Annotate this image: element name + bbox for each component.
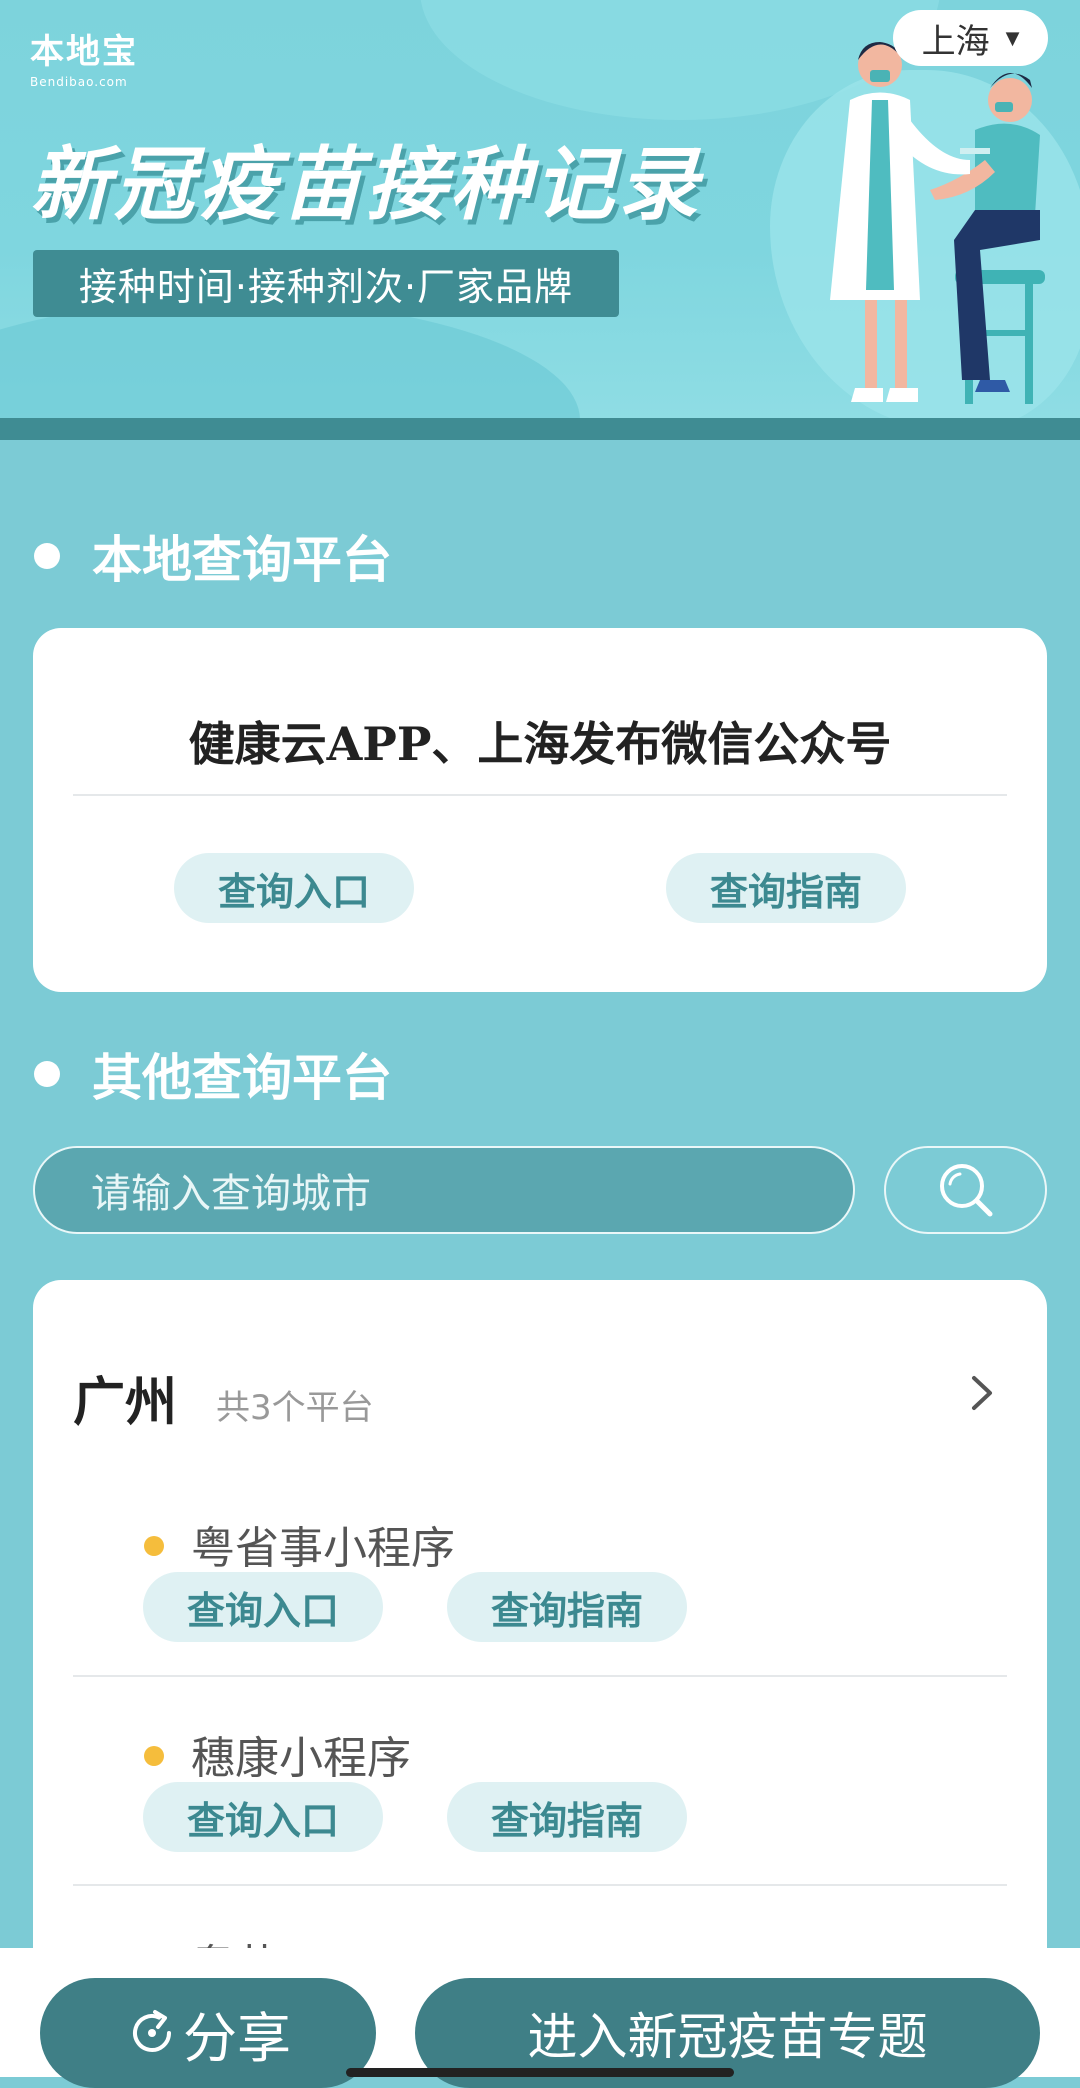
platform-entry-button[interactable]: 查询入口: [143, 1782, 383, 1852]
city-platforms-card: 广州 共3个平台 粤省事小程序 查询入口 查询指南 穗康小程序 查询入口 查询指…: [33, 1280, 1047, 2040]
other-section-title: 其他查询平台: [34, 1038, 392, 1110]
city-search-input[interactable]: 请输入查询城市: [33, 1146, 855, 1234]
search-icon: [939, 1164, 992, 1217]
local-platform-card: 健康云APP、上海发布微信公众号 查询入口 查询指南: [33, 628, 1047, 992]
city-name[interactable]: 广州: [73, 1360, 177, 1435]
chevron-right-icon[interactable]: [957, 1368, 1007, 1418]
divider: [73, 1675, 1007, 1677]
banner-divider: [0, 418, 1080, 440]
search-placeholder: 请输入查询城市: [91, 1171, 371, 1217]
local-entry-button[interactable]: 查询入口: [174, 853, 414, 923]
page-subtitle: 接种时间·接种剂次·厂家品牌: [33, 250, 619, 317]
caret-down-icon: ▼: [1005, 27, 1020, 49]
platform-guide-button[interactable]: 查询指南: [447, 1572, 687, 1642]
divider: [73, 1884, 1007, 1886]
vaccination-illustration: [830, 42, 1045, 404]
bullet-dot: [34, 543, 60, 569]
city-selector[interactable]: 上海 ▼: [893, 10, 1048, 66]
other-section-title-text: 其他查询平台: [92, 1049, 392, 1107]
logo-subtext: Bendibao.com: [30, 75, 128, 89]
bendibao-logo: 本地宝 Bendibao.com: [30, 24, 170, 89]
bullet-dot: [34, 1061, 60, 1087]
home-indicator[interactable]: [346, 2068, 734, 2077]
platform-entry-button[interactable]: 查询入口: [143, 1572, 383, 1642]
share-button[interactable]: 分享: [40, 1978, 376, 2088]
platform-name: 穗康小程序: [191, 1733, 411, 1784]
banner-decoration: [0, 300, 580, 420]
city-selector-label: 上海: [921, 21, 990, 62]
divider: [73, 794, 1007, 796]
local-guide-button[interactable]: 查询指南: [666, 853, 906, 923]
page-title: 新冠疫苗接种记录: [30, 138, 702, 231]
share-button-label: 分享: [183, 2006, 291, 2070]
local-section-title: 本地查询平台: [34, 520, 392, 592]
header-banner: 本地宝 Bendibao.com 新冠疫苗接种记录 接种时间·接种剂次·厂家品牌…: [0, 0, 1080, 420]
bullet-dot: [144, 1746, 164, 1766]
bullet-dot: [144, 1536, 164, 1556]
local-platform-name: 健康云APP、上海发布微信公众号: [188, 717, 892, 771]
logo-text: 本地宝: [30, 32, 138, 72]
platform-count: 共3个平台: [216, 1388, 374, 1428]
search-button[interactable]: [884, 1146, 1047, 1234]
platform-name: 粤省事小程序: [191, 1523, 455, 1574]
platform-guide-button[interactable]: 查询指南: [447, 1782, 687, 1852]
share-icon: [133, 2010, 171, 2052]
local-section-title-text: 本地查询平台: [92, 531, 392, 589]
